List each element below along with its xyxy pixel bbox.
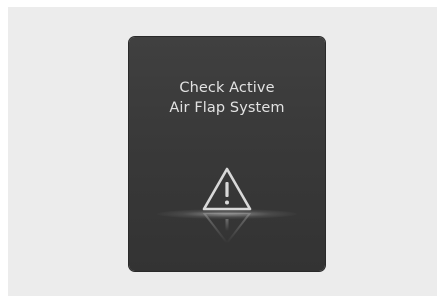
cluster-display-panel: Check Active Air Flap System	[129, 37, 325, 271]
warning-message-line-1: Check Active	[179, 80, 275, 96]
warning-message: Check Active Air Flap System	[129, 78, 325, 118]
warning-message-line-2: Air Flap System	[169, 100, 285, 116]
warning-triangle-icon	[201, 165, 253, 213]
warning-icon-reflection	[184, 213, 270, 245]
